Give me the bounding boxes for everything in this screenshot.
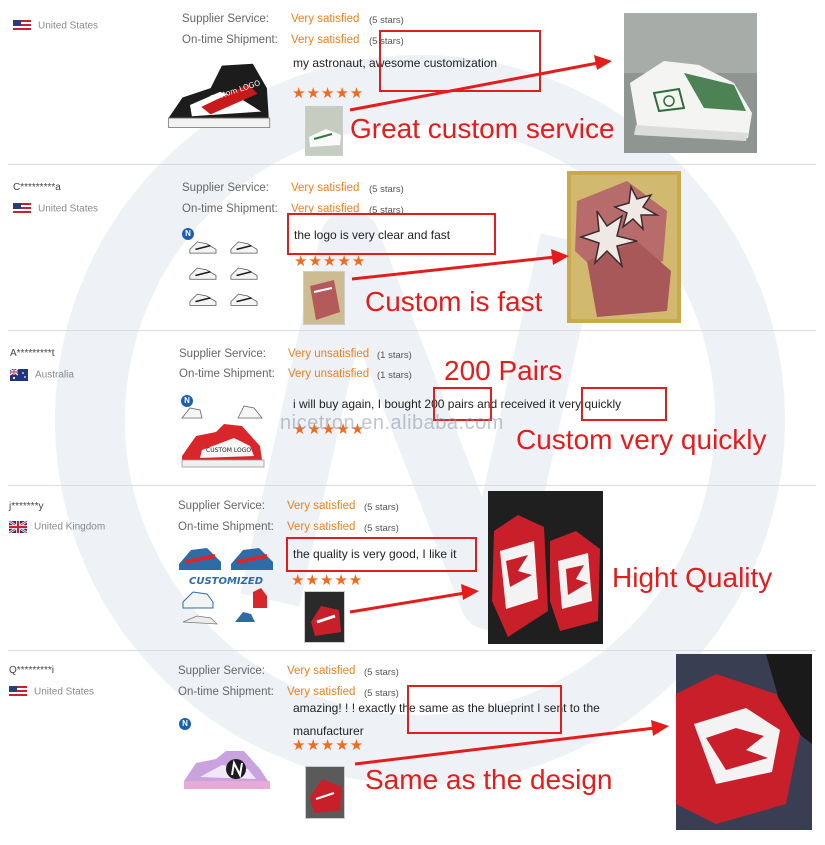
review-divider (8, 485, 816, 486)
reviewer-name: j*******y (9, 501, 44, 512)
supplier-service-value: Very satisfied (287, 500, 356, 512)
highlight-box (286, 537, 477, 572)
reviewer-country: United States (9, 686, 94, 698)
us-flag-icon (9, 686, 27, 698)
highlight-box (287, 213, 496, 255)
reviewer-name: A*********t (10, 348, 55, 359)
review-photo[interactable] (624, 13, 757, 153)
au-flag-icon (10, 369, 28, 381)
review-caption: Same as the design (365, 764, 613, 795)
shipment-label: On-time Shipment: (179, 368, 275, 380)
supplier-service-label: Supplier Service: (179, 348, 266, 360)
purple-sneaker-design (184, 751, 270, 789)
shoe-logo-text: CUSTOM LOGO (206, 447, 251, 454)
review-caption: Great custom service (350, 113, 615, 144)
highlight-box (433, 387, 492, 421)
reviewer-name: Q*********i (9, 665, 55, 676)
review-star-rating: ★★★★★ (292, 737, 365, 754)
reviewer-country: United States (13, 203, 98, 215)
shipment-label: On-time Shipment: (178, 686, 274, 698)
supplier-service-value: Very satisfied (291, 182, 360, 194)
review-thumbnail[interactable] (304, 591, 345, 643)
us-flag-icon (13, 20, 31, 32)
shoe-design-text: CUSTOMIZED (189, 576, 263, 587)
review-divider (8, 164, 816, 165)
supplier-service-stars: (5 stars) (369, 15, 404, 26)
supplier-service-stars: (5 stars) (369, 184, 404, 195)
reviewer-country: United Kingdom (9, 521, 105, 533)
shipment-label: On-time Shipment: (182, 203, 278, 215)
review-thumbnail[interactable] (305, 766, 345, 819)
custom-logo-sneaker-image: CUSTOM LOGO (181, 405, 265, 468)
review-photo[interactable] (488, 491, 603, 644)
supplier-service-label: Supplier Service: (182, 182, 269, 194)
review-star-rating: ★★★★★ (293, 421, 366, 438)
supplier-service-label: Supplier Service: (182, 13, 269, 25)
uk-flag-icon (9, 521, 27, 533)
review-caption: Hight Quality (612, 562, 773, 593)
supplier-service-stars: (5 stars) (364, 502, 399, 513)
shipment-stars: (1 stars) (377, 370, 412, 381)
brand-badge-icon: N (179, 718, 191, 730)
shipment-value: Very satisfied (287, 521, 356, 533)
supplier-service-value: Very satisfied (287, 665, 356, 677)
reviewer-country: Australia (10, 369, 74, 381)
review-thumbnail[interactable] (303, 271, 345, 325)
custom-logo-sneaker-image: Custom LOGO (167, 63, 271, 128)
supplier-service-stars: (5 stars) (364, 667, 399, 678)
reviewer-country: United States (13, 20, 98, 32)
highlight-box (379, 30, 541, 92)
supplier-service-value: Very satisfied (291, 13, 360, 25)
review-divider (8, 330, 816, 331)
review-photo[interactable] (567, 171, 681, 323)
highlight-box (581, 387, 667, 421)
review-caption: Custom is fast (365, 286, 543, 317)
review-caption: Custom very quickly (516, 424, 767, 455)
review-photo[interactable] (676, 654, 812, 830)
us-flag-icon (13, 203, 31, 215)
shipment-label: On-time Shipment: (178, 521, 274, 533)
shipment-label: On-time Shipment: (182, 34, 278, 46)
reviewer-name: C*********a (13, 182, 61, 193)
review-divider (8, 650, 816, 651)
customized-sneaker-design: CUSTOMIZED (179, 548, 273, 625)
supplier-service-stars: (1 stars) (377, 350, 412, 361)
shipment-value: Very unsatisfied (288, 368, 370, 380)
sneaker-design-sheet (189, 241, 258, 306)
review-star-rating: ★★★★★ (292, 85, 365, 102)
supplier-service-label: Supplier Service: (178, 500, 265, 512)
highlight-box (407, 685, 562, 734)
shipment-value: Very satisfied (291, 34, 360, 46)
review-star-rating: ★★★★★ (291, 572, 364, 589)
supplier-service-label: Supplier Service: (178, 665, 265, 677)
supplier-service-value: Very unsatisfied (288, 348, 370, 360)
review-thumbnail[interactable] (305, 106, 343, 156)
shipment-stars: (5 stars) (364, 523, 399, 534)
review-caption-top: 200 Pairs (444, 355, 563, 386)
